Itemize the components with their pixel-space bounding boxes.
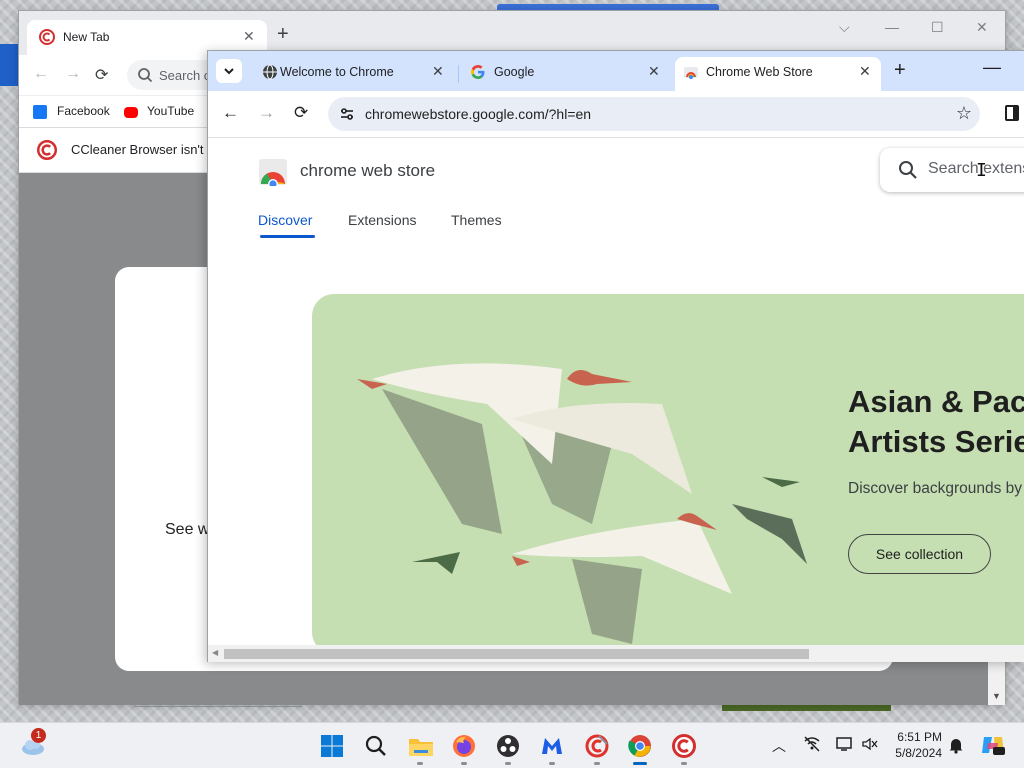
tab-search-button[interactable]	[216, 59, 242, 83]
tab-chrome-web-store[interactable]: Chrome Web Store ✕	[675, 57, 881, 91]
text-cursor-icon: I	[976, 160, 987, 181]
firefox-icon[interactable]	[452, 734, 476, 758]
notification-badge: 1	[31, 728, 46, 743]
forward-arrow-icon[interactable]: →	[258, 103, 275, 123]
ccleaner-icon[interactable]	[585, 734, 609, 758]
toolbar: ← → ⟳ chromewebstore.google.com/?hl=en ☆	[208, 91, 1024, 137]
chrome-web-store-logo[interactable]	[258, 158, 288, 191]
url-text: chromewebstore.google.com/?hl=en	[365, 106, 592, 122]
hero-description: Discover backgrounds by Asian & Pacific …	[848, 480, 1024, 497]
back-tabstrip: New Tab ✕ + ⌵ — ☐ ✕	[19, 11, 1005, 55]
running-indicator	[594, 762, 600, 765]
minimize-button[interactable]: —	[885, 19, 899, 35]
start-icon[interactable]	[320, 734, 344, 758]
close-icon[interactable]: ✕	[859, 63, 871, 80]
hero-title-line1: Asian & Pacific Islander	[848, 384, 1024, 419]
store-brand-title[interactable]: chrome web store	[300, 161, 435, 181]
facebook-icon	[33, 105, 47, 119]
tab-extensions[interactable]: Extensions	[348, 212, 416, 228]
bookmark-facebook[interactable]: Facebook	[57, 104, 110, 118]
horizontal-scrollbar[interactable]: ◀	[208, 645, 1024, 662]
notification-bell-icon[interactable]	[948, 736, 964, 757]
back-arrow-icon[interactable]: ←	[33, 65, 49, 83]
clock[interactable]: 6:51 PM 5/8/2024	[888, 729, 942, 761]
google-g-icon	[470, 64, 486, 85]
ccleaner-browser-icon[interactable]	[672, 734, 696, 758]
globe-icon	[262, 64, 278, 85]
bookmark-star-icon[interactable]: ☆	[956, 103, 972, 124]
tab-discover[interactable]: Discover	[258, 212, 312, 228]
copilot-icon[interactable]	[980, 733, 1006, 760]
maximize-button[interactable]: ☐	[931, 19, 944, 36]
youtube-icon	[124, 107, 138, 118]
clock-time: 6:51 PM	[897, 730, 942, 744]
bookmark-youtube[interactable]: YouTube	[147, 104, 194, 118]
new-tab-button[interactable]: +	[894, 59, 906, 82]
close-icon[interactable]: ✕	[432, 63, 444, 80]
obs-icon[interactable]	[496, 734, 520, 758]
forward-arrow-icon[interactable]: →	[65, 65, 81, 83]
tab-themes[interactable]: Themes	[451, 212, 502, 228]
store-search-box[interactable]: I	[880, 148, 1024, 192]
clock-date: 5/8/2024	[895, 746, 942, 760]
tab-title: Google	[494, 65, 535, 79]
tab-welcome-to-chrome[interactable]: Welcome to Chrome ✕	[248, 57, 456, 91]
scrollbar-thumb[interactable]	[224, 649, 809, 659]
search-icon	[137, 67, 153, 88]
network-offline-icon[interactable]	[803, 736, 821, 755]
hero-title: Asian & Pacific Islander Artists Series	[848, 382, 1024, 462]
address-bar[interactable]: chromewebstore.google.com/?hl=en ☆	[328, 97, 980, 131]
omnibox-placeholder: Search c	[159, 68, 211, 83]
scroll-down-icon[interactable]: ▼	[992, 691, 1001, 701]
search-icon[interactable]	[364, 734, 388, 758]
taskbar: 1 ︿ 6:51 PM 5/8/2024	[0, 722, 1024, 768]
infobar-text: CCleaner Browser isn't y	[71, 142, 214, 157]
new-tab-button[interactable]: +	[277, 23, 289, 46]
running-indicator	[505, 762, 511, 765]
dialog-text: See w	[165, 521, 210, 538]
web-store-page: chrome web store I Discover Extensions T…	[208, 137, 1024, 662]
running-indicator	[417, 762, 423, 765]
minimize-button[interactable]: —	[983, 57, 1001, 78]
reload-icon[interactable]: ⟳	[95, 65, 108, 85]
tab-title: Chrome Web Store	[706, 65, 813, 79]
close-window-button[interactable]: ✕	[976, 19, 988, 36]
reload-icon[interactable]: ⟳	[294, 103, 308, 123]
volume-muted-icon[interactable]	[861, 736, 879, 755]
side-panel-icon[interactable]	[1005, 105, 1019, 121]
chevron-up-icon[interactable]: ︿	[772, 736, 786, 756]
hero-title-line2: Artists Series	[848, 424, 1024, 459]
back-arrow-icon[interactable]: ←	[222, 103, 239, 123]
running-indicator	[681, 762, 687, 765]
tab-google[interactable]: Google ✕	[462, 57, 670, 91]
search-icon	[898, 160, 918, 185]
ccleaner-browser-icon	[37, 140, 57, 165]
see-collection-button[interactable]: See collection	[848, 534, 991, 574]
malwarebytes-icon[interactable]	[540, 734, 564, 758]
site-settings-icon[interactable]	[338, 105, 356, 128]
close-icon[interactable]: ✕	[243, 28, 255, 45]
active-tab-indicator	[260, 235, 315, 238]
running-indicator	[549, 762, 555, 765]
chrome-icon[interactable]	[628, 734, 652, 758]
file-explorer-icon[interactable]	[408, 734, 433, 758]
ccleaner-browser-icon	[39, 29, 55, 50]
scroll-left-icon[interactable]: ◀	[212, 648, 218, 657]
display-icon[interactable]	[836, 736, 854, 755]
ibis-illustration	[357, 363, 807, 644]
tab-separator	[458, 65, 459, 83]
active-app-indicator	[633, 762, 647, 765]
chrome-web-store-icon	[683, 64, 699, 85]
front-browser-window: Welcome to Chrome ✕ Google ✕ Chrome Web …	[207, 50, 1024, 662]
close-icon[interactable]: ✕	[648, 63, 660, 80]
tab-title: New Tab	[63, 30, 110, 44]
featured-banner[interactable]: Asian & Pacific Islander Artists Series …	[312, 294, 1024, 654]
chevron-down-icon[interactable]: ⌵	[839, 19, 850, 36]
tab-title: Welcome to Chrome	[280, 65, 394, 79]
running-indicator	[461, 762, 467, 765]
tabstrip: Welcome to Chrome ✕ Google ✕ Chrome Web …	[208, 51, 1024, 91]
